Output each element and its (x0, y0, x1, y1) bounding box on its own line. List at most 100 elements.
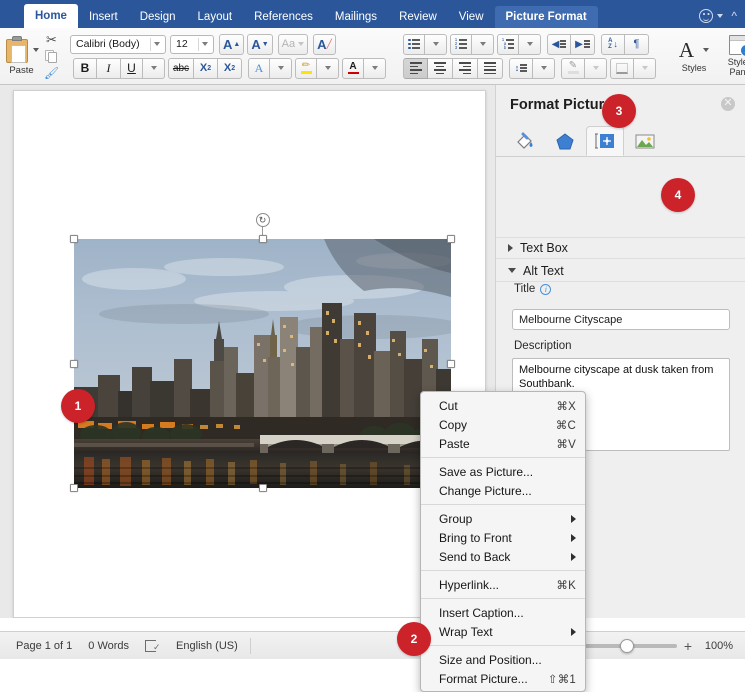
shrink-font-button[interactable]: A ▼ (247, 33, 273, 55)
borders-button[interactable] (610, 57, 634, 79)
text-effects-button[interactable]: A (248, 57, 270, 79)
justify-button[interactable] (478, 57, 503, 79)
resize-handle-top-left[interactable] (70, 235, 78, 243)
tab-insert[interactable]: Insert (78, 6, 129, 28)
menu-item-send-to-back[interactable]: Send to Back (421, 547, 585, 566)
font-name-combobox[interactable]: Calibri (Body) (70, 34, 166, 54)
chevron-up-icon[interactable]: ^ (727, 10, 737, 22)
show-formatting-marks-button[interactable]: ¶ (625, 33, 649, 55)
line-spacing-button[interactable]: ↕ (509, 57, 533, 79)
tab-review[interactable]: Review (388, 6, 448, 28)
zoom-in-button[interactable]: + (684, 639, 692, 653)
section-alt-text[interactable]: Alt Text (496, 260, 745, 282)
tab-fill-and-line[interactable] (506, 126, 544, 156)
shading-button[interactable]: ✎ (561, 57, 585, 79)
tab-view[interactable]: View (448, 6, 495, 28)
menu-item-format-picture[interactable]: Format Picture... ⇧⌘1 (421, 669, 585, 688)
strikethrough-button[interactable]: abc (168, 57, 194, 79)
word-count[interactable]: 0 Words (88, 640, 129, 652)
resize-handle-bottom-left[interactable] (70, 484, 78, 492)
menu-item-wrap-text[interactable]: Wrap Text (421, 622, 585, 641)
align-center-button[interactable] (428, 57, 453, 79)
bullets-button[interactable] (403, 33, 425, 55)
proofing-errors-icon[interactable]: ✓ (145, 639, 161, 652)
format-painter-icon[interactable]: 🖌 (43, 66, 60, 81)
alt-title-input[interactable]: Melbourne Cityscape (512, 309, 730, 330)
zoom-slider-thumb[interactable] (619, 638, 634, 653)
resize-handle-top-center[interactable] (258, 235, 267, 243)
tab-layout-and-properties[interactable] (586, 126, 624, 156)
info-icon[interactable]: i (540, 283, 552, 295)
page-info[interactable]: Page 1 of 1 (16, 640, 72, 652)
menu-item-save-as-picture[interactable]: Save as Picture... (421, 462, 585, 481)
clear-formatting-button[interactable]: A ╱ (313, 33, 336, 55)
picture-image[interactable] (74, 239, 451, 488)
font-color-dropdown-button[interactable] (364, 57, 386, 79)
copy-icon[interactable] (43, 49, 60, 64)
styles-button[interactable]: A Styles (672, 39, 716, 73)
zoom-level-label[interactable]: 100% (699, 640, 733, 652)
tab-design[interactable]: Design (129, 6, 187, 28)
numbering-button[interactable]: 123 (450, 33, 472, 55)
text-effects-dropdown-button[interactable] (270, 57, 292, 79)
highlight-button[interactable]: ✏ (295, 57, 317, 79)
resize-handle-middle-left[interactable] (70, 359, 78, 368)
font-size-combobox[interactable]: 12 (170, 34, 214, 54)
align-right-button[interactable] (453, 57, 478, 79)
menu-item-group[interactable]: Group (421, 509, 585, 528)
menu-item-size-and-position[interactable]: Size and Position... (421, 650, 585, 669)
resize-handle-middle-right[interactable] (447, 359, 455, 368)
numbering-dropdown-button[interactable] (472, 33, 494, 55)
multilevel-list-dropdown-button[interactable] (519, 33, 541, 55)
rotate-icon[interactable]: ↻ (255, 213, 270, 227)
menu-item-bring-to-front[interactable]: Bring to Front (421, 528, 585, 547)
menu-item-change-picture[interactable]: Change Picture... (421, 481, 585, 500)
shading-dropdown-button[interactable] (585, 57, 607, 79)
menu-item-cut[interactable]: Cut ⌘X (421, 396, 585, 415)
underline-dropdown-button[interactable] (143, 57, 165, 79)
paste-dropdown-icon[interactable] (33, 48, 39, 52)
tab-mailings[interactable]: Mailings (324, 6, 388, 28)
resize-handle-bottom-center[interactable] (258, 484, 267, 492)
bullets-dropdown-button[interactable] (425, 33, 447, 55)
decrease-indent-button[interactable]: ◀ (547, 33, 571, 55)
grow-font-button[interactable]: A ▲ (219, 33, 245, 55)
scissors-icon[interactable]: ✂ (43, 32, 60, 47)
zoom-slider[interactable] (581, 638, 677, 653)
underline-button[interactable]: U (121, 57, 143, 79)
paste-icon[interactable] (4, 36, 30, 64)
tab-effects[interactable] (546, 126, 584, 156)
selected-picture[interactable]: ↻ (70, 213, 455, 492)
styles-pane-button[interactable]: 1 Styles Pane (718, 35, 745, 77)
tab-picture-format[interactable]: Picture Format (494, 6, 598, 28)
chevron-down-icon[interactable] (717, 14, 724, 18)
section-text-box[interactable]: Text Box (496, 237, 745, 259)
close-icon[interactable]: ✕ (721, 97, 735, 111)
menu-item-copy[interactable]: Copy ⌘C (421, 415, 585, 434)
line-spacing-dropdown-button[interactable] (533, 57, 555, 79)
picture-context-menu[interactable]: Cut ⌘X Copy ⌘C Paste ⌘V Save as Picture... … (420, 391, 586, 692)
menu-item-hyperlink[interactable]: Hyperlink... ⌘K (421, 575, 585, 594)
borders-dropdown-button[interactable] (634, 57, 656, 79)
change-case-button[interactable]: Aa (277, 33, 309, 55)
menu-item-paste[interactable]: Paste ⌘V (421, 434, 585, 453)
subscript-button[interactable]: X2 (194, 57, 218, 79)
tab-picture[interactable] (626, 126, 664, 156)
menu-item-insert-caption[interactable]: Insert Caption... (421, 603, 585, 622)
align-left-button[interactable] (403, 57, 428, 79)
font-color-button[interactable]: A (342, 57, 364, 79)
resize-handle-top-right[interactable] (447, 235, 455, 243)
smiley-face-icon[interactable] (699, 9, 714, 23)
bold-button[interactable]: B (73, 57, 97, 79)
highlight-dropdown-button[interactable] (317, 57, 339, 79)
multilevel-list-button[interactable]: 1ab (497, 33, 519, 55)
language-indicator[interactable]: English (US) (176, 640, 238, 652)
sort-button[interactable]: AZ ↓ (601, 33, 625, 55)
increase-indent-button[interactable]: ▶ (571, 33, 595, 55)
italic-button[interactable]: I (97, 57, 121, 79)
tab-layout[interactable]: Layout (187, 6, 244, 28)
tab-references[interactable]: References (243, 6, 324, 28)
superscript-button[interactable]: X2 (218, 57, 242, 79)
tab-home[interactable]: Home (24, 4, 78, 28)
font-size-value: 12 (176, 38, 188, 50)
